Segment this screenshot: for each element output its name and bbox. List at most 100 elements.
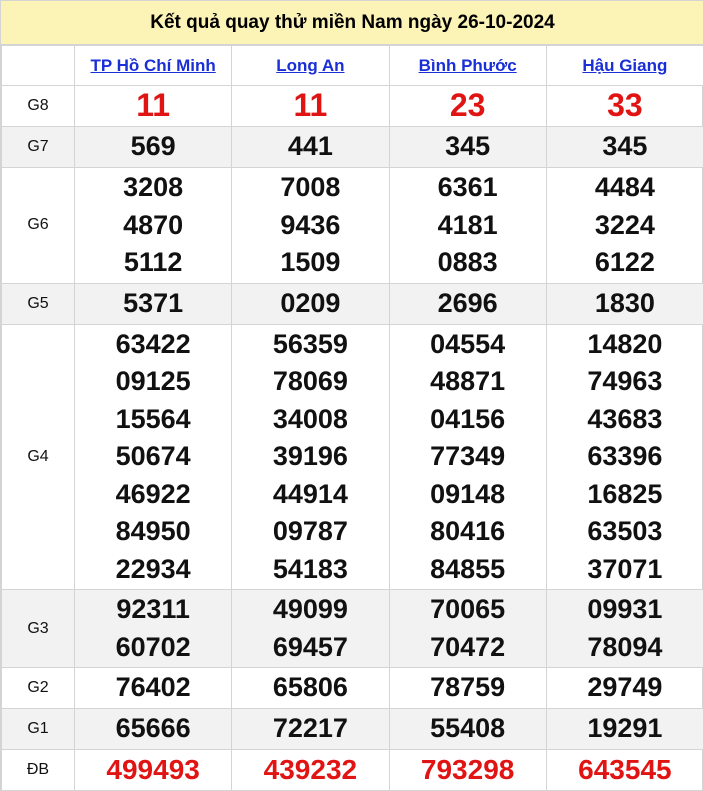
header-row: TP Hồ Chí Minh Long An Bình Phước Hậu Gi…: [1, 45, 703, 86]
prize-number: 63422: [115, 328, 191, 359]
prize-number: 65806: [272, 672, 348, 703]
prize-number: 22934: [115, 553, 191, 584]
prize-cell: 0209: [231, 282, 390, 325]
prize-cell: 499493: [73, 749, 233, 791]
prize-row: G7 569 441 345 345: [1, 126, 703, 168]
prize-number: 84855: [430, 553, 506, 584]
prize-cell: 439232: [231, 749, 390, 791]
prize-number: 4870: [123, 209, 184, 240]
prize-number: 56359: [272, 328, 348, 359]
prize-cell: 14820 74963 43683 63396 16825 63503 37071: [545, 323, 703, 590]
prize-number: 63503: [587, 516, 663, 546]
prize-number: 04554: [430, 328, 506, 359]
results-table: TP Hồ Chí Minh Long An Bình Phước Hậu Gi…: [1, 45, 703, 791]
prize-cell: 55408: [388, 708, 547, 750]
prize-number: 1830: [594, 287, 655, 318]
header-corner: [1, 45, 75, 86]
prize-cell: 78759: [388, 667, 547, 709]
prize-cell: 441: [231, 126, 390, 168]
prize-cell: 345: [388, 126, 547, 168]
prize-number: 09125: [115, 366, 191, 396]
prize-number: 77349: [430, 441, 506, 471]
prize-number: 345: [602, 131, 648, 162]
prize-cell: 4484 3224 6122: [545, 167, 703, 284]
prize-number: 441: [287, 131, 333, 162]
prize-number: 793298: [420, 754, 515, 786]
prize-cell: 345: [545, 126, 703, 168]
prize-number: 15564: [115, 403, 191, 434]
prize-number: 0209: [280, 287, 341, 318]
prize-label: G4: [1, 323, 75, 590]
prize-cell: 56359 78069 34008 39196 44914 09787 54183: [231, 323, 390, 590]
prize-number: 80416: [430, 516, 506, 546]
prize-number: 44914: [272, 478, 348, 509]
prize-cell: 7008 9436 1509: [231, 167, 390, 284]
prize-label: G3: [1, 589, 75, 668]
prize-cell: 19291: [545, 708, 703, 750]
prize-label: G1: [1, 708, 75, 750]
prize-number: 70065: [430, 594, 506, 624]
prize-number: 54183: [272, 553, 348, 584]
prize-number: 3224: [594, 209, 655, 240]
prize-number: 65666: [115, 713, 191, 744]
prize-number: 78094: [587, 631, 663, 662]
prize-number: 7008: [280, 172, 341, 202]
prize-number: 78759: [430, 672, 506, 703]
prize-number: 1509: [280, 247, 341, 277]
prize-row: G3 92311 60702 49099 69457 70065 70472 09931 780…: [1, 589, 703, 668]
province-link-4[interactable]: Hậu Giang: [582, 56, 667, 75]
prize-number: 09148: [430, 478, 506, 509]
header-province-1: TP Hồ Chí Minh: [73, 45, 233, 86]
prize-label: G7: [1, 126, 75, 168]
prize-number: 11: [136, 87, 171, 124]
prize-cell: 49099 69457: [231, 589, 390, 668]
prize-number: 70472: [430, 631, 506, 662]
prize-number: 46922: [115, 478, 191, 509]
prize-number: 16825: [587, 478, 663, 509]
prize-number: 55408: [430, 713, 506, 744]
prize-number: 48871: [430, 366, 506, 396]
prize-number: 49099: [272, 594, 348, 624]
prize-number: 345: [445, 131, 491, 162]
prize-row: G4 63422 09125 15564 50674 46922 84950 22934 563…: [1, 323, 703, 590]
prize-cell: 65666: [73, 708, 233, 750]
prize-cell: 70065 70472: [388, 589, 547, 668]
header-province-3: Bình Phước: [388, 45, 547, 86]
prize-number: 569: [130, 131, 176, 162]
prize-cell: 643545: [545, 749, 703, 791]
prize-number: 33: [607, 87, 643, 124]
prize-number: 0883: [437, 247, 498, 277]
prize-number: 63396: [587, 441, 663, 471]
province-link-2[interactable]: Long An: [276, 56, 344, 75]
prize-number: 23: [449, 87, 486, 124]
prize-cell: 65806: [231, 667, 390, 709]
prize-cell: 3208 4870 5112: [73, 167, 233, 284]
prize-number: 19291: [587, 713, 663, 744]
prize-number: 11: [293, 87, 328, 124]
prize-number: 43683: [587, 403, 663, 434]
prize-cell: 33: [545, 85, 703, 127]
prize-number: 439232: [263, 754, 358, 786]
prize-number: 09931: [587, 594, 663, 624]
prize-number: 09787: [272, 516, 348, 546]
prize-number: 6361: [437, 172, 498, 202]
prize-number: 3208: [123, 172, 184, 202]
prize-cell: 6361 4181 0883: [388, 167, 547, 284]
prize-cell: 29749: [545, 667, 703, 709]
province-link-1[interactable]: TP Hồ Chí Minh: [90, 56, 215, 75]
prize-number: 9436: [280, 209, 341, 240]
prize-cell: 23: [388, 85, 547, 127]
prize-number: 92311: [116, 594, 190, 624]
prize-cell: 569: [73, 126, 233, 168]
prize-number: 6122: [594, 247, 655, 277]
prize-cell: 63422 09125 15564 50674 46922 84950 22934: [73, 323, 233, 590]
prize-cell: 11: [73, 85, 233, 127]
prize-cell: 04554 48871 04156 77349 09148 80416 84855: [388, 323, 547, 590]
prize-label: G8: [1, 85, 75, 127]
prize-label: G5: [1, 282, 75, 325]
prize-label: G6: [1, 167, 75, 284]
prize-number: 2696: [437, 287, 498, 318]
prize-cell: 5371: [73, 282, 233, 325]
province-link-3[interactable]: Bình Phước: [419, 56, 517, 75]
prize-number: 39196: [272, 441, 348, 471]
